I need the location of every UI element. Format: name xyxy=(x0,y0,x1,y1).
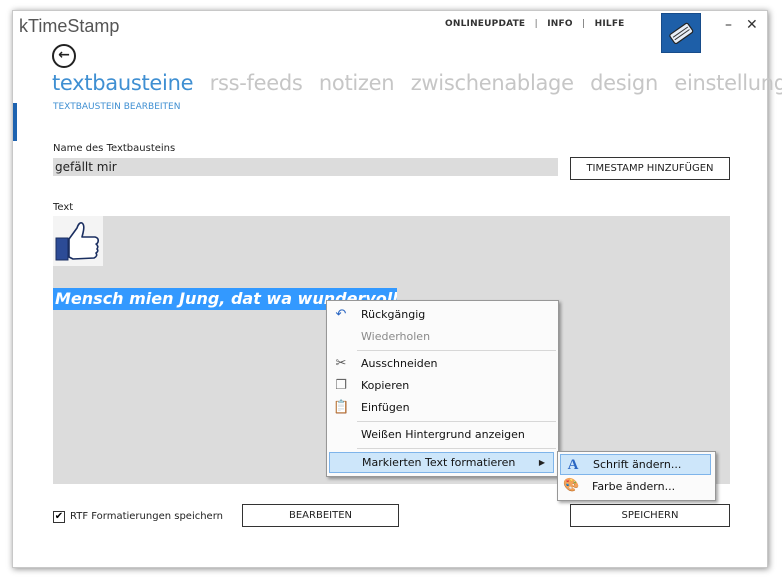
back-arrow-icon[interactable]: ← xyxy=(52,44,76,68)
submenu-arrow-icon: ▶ xyxy=(538,458,545,467)
tab-notizen[interactable]: notizen xyxy=(319,71,395,95)
paste-icon: 📋 xyxy=(333,400,350,415)
scissors-icon: ✂ xyxy=(335,356,347,371)
menu-onlineupdate[interactable]: ONLINEUPDATE xyxy=(445,19,525,29)
menu-item-copy[interactable]: Kopieren xyxy=(361,379,409,392)
menu-item-redo[interactable]: Wiederholen xyxy=(361,330,430,343)
rtf-checkbox-label: RTF Formatierungen speichern xyxy=(70,511,223,522)
timestamp-add-button[interactable]: TIMESTAMP HINZUFÜGEN xyxy=(570,157,730,180)
menu-separator xyxy=(357,448,556,449)
menu-separator xyxy=(357,421,556,422)
save-button[interactable]: SPEICHERN xyxy=(570,504,730,527)
text-label: Text xyxy=(53,202,74,213)
menu-separator: | xyxy=(534,19,538,29)
menu-info[interactable]: INFO xyxy=(547,19,572,29)
font-icon: A xyxy=(567,457,579,473)
name-input[interactable]: gefällt mir xyxy=(53,158,558,176)
minimize-button[interactable]: – xyxy=(725,17,732,33)
menu-item-undo[interactable]: Rückgängig xyxy=(361,308,425,321)
thumbs-up-image xyxy=(53,216,103,266)
nav-tabs: textbausteine rss-feeds notizen zwischen… xyxy=(52,71,782,95)
menu-separator: | xyxy=(582,19,586,29)
keyboard-icon xyxy=(669,22,694,45)
accent-bar xyxy=(13,103,17,141)
menu-hilfe[interactable]: HILFE xyxy=(595,19,625,29)
rtf-checkbox[interactable]: ✔ xyxy=(53,511,65,523)
copy-icon: ❐ xyxy=(335,378,347,393)
menu-item-white-bg[interactable]: Weißen Hintergrund anzeigen xyxy=(361,428,525,441)
submenu-item-font[interactable]: A Schrift ändern... xyxy=(560,454,711,475)
tab-textbausteine[interactable]: textbausteine xyxy=(52,71,194,95)
submenu-item-color[interactable]: Farbe ändern... xyxy=(592,480,675,493)
edit-button[interactable]: BEARBEITEN xyxy=(242,504,399,527)
menu-item-paste[interactable]: Einfügen xyxy=(361,401,410,414)
tab-einstellungen[interactable]: einstellungen xyxy=(674,71,782,95)
undo-icon: ↶ xyxy=(335,307,347,322)
window-title: kTimeStamp xyxy=(19,16,120,36)
app-logo-icon xyxy=(661,13,701,53)
menu-item-cut[interactable]: Ausschneiden xyxy=(361,357,438,370)
tab-rss-feeds[interactable]: rss-feeds xyxy=(210,71,303,95)
submenu-item-font-label: Schrift ändern... xyxy=(593,458,682,471)
page-subtitle: TEXTBAUSTEIN BEARBEITEN xyxy=(53,102,181,112)
close-button[interactable]: ✕ xyxy=(746,17,758,33)
menu-item-format-label: Markierten Text formatieren xyxy=(362,456,516,469)
app-window: kTimeStamp ONLINEUPDATE | INFO | HILFE –… xyxy=(12,10,782,568)
menu-separator xyxy=(357,350,556,351)
context-menu: ↶ Rückgängig Wiederholen ✂ Ausschneiden … xyxy=(326,300,559,477)
tab-design[interactable]: design xyxy=(590,71,658,95)
palette-icon: 🎨 xyxy=(563,478,580,493)
tab-zwischenablage[interactable]: zwischenablage xyxy=(411,71,574,95)
name-label: Name des Textbausteins xyxy=(53,143,176,154)
menu-item-format[interactable]: Markierten Text formatieren ▶ xyxy=(329,452,554,473)
top-menu: ONLINEUPDATE | INFO | HILFE xyxy=(445,19,625,29)
thumbs-up-icon xyxy=(55,222,99,261)
format-submenu: A Schrift ändern... 🎨 Farbe ändern... xyxy=(557,451,716,501)
